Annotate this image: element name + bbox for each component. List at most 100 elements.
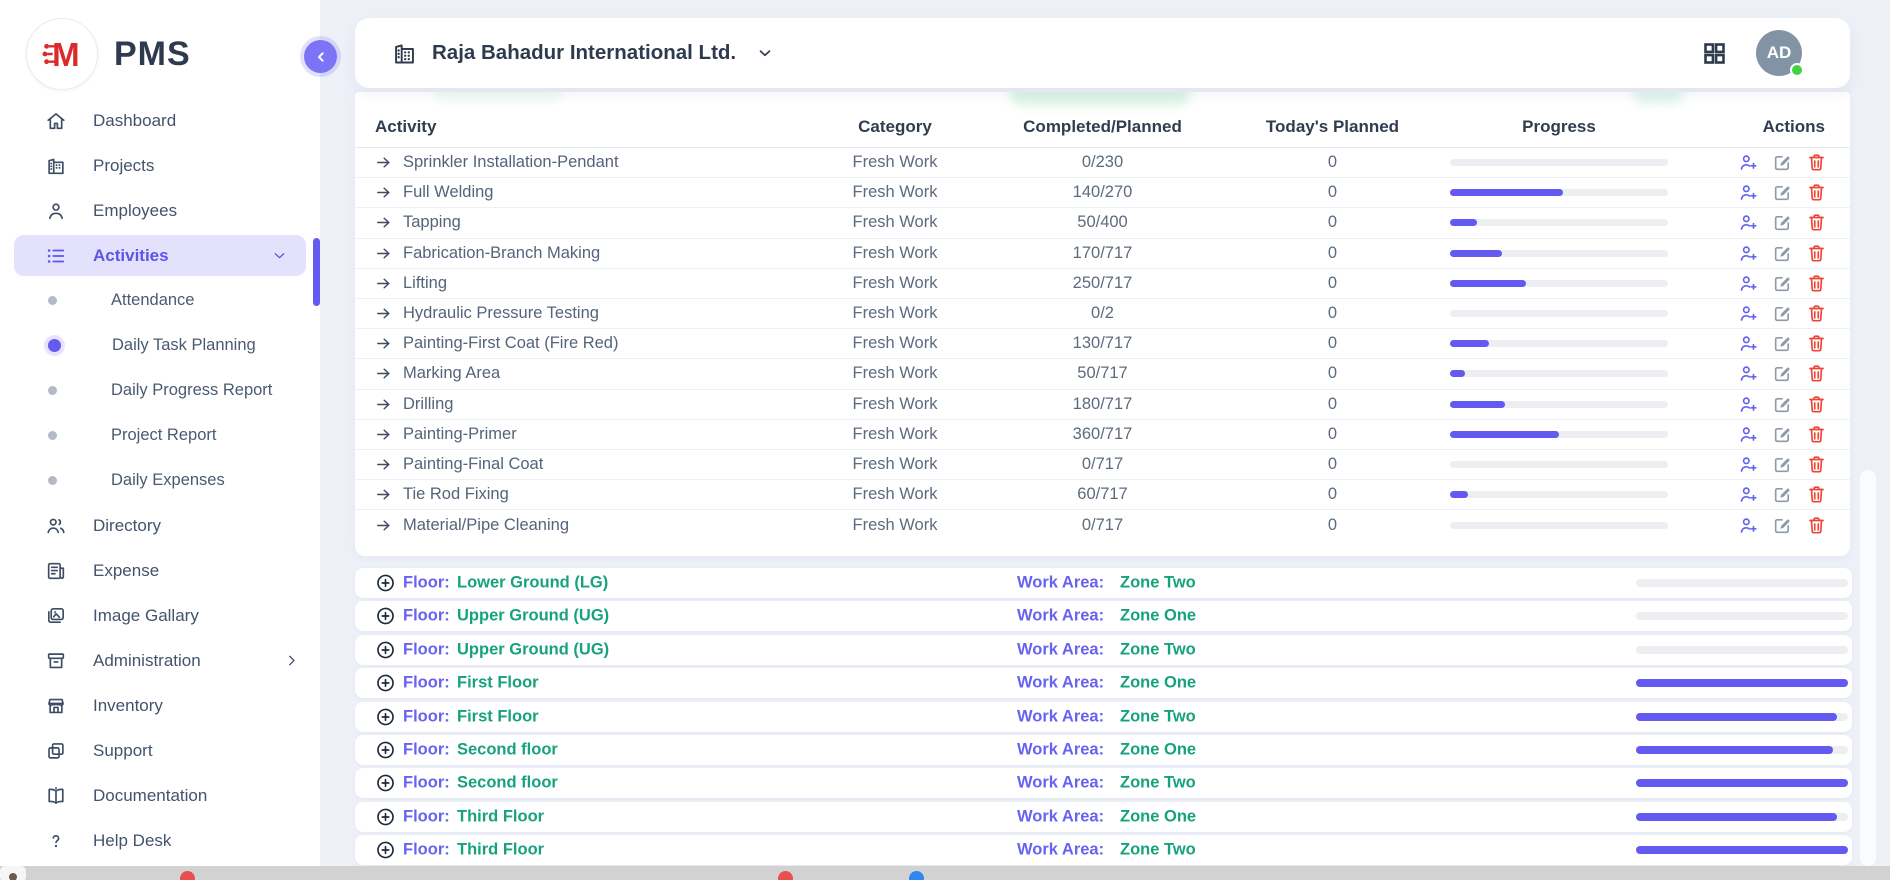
assign-user-button[interactable] (1738, 333, 1759, 354)
delete-button[interactable] (1806, 333, 1827, 354)
floor-label: Floor: (403, 674, 450, 693)
assign-user-button[interactable] (1738, 454, 1759, 475)
delete-button[interactable] (1806, 212, 1827, 233)
activity-name[interactable]: Hydraulic Pressure Testing (403, 304, 599, 323)
activity-name[interactable]: Fabrication-Branch Making (403, 244, 600, 263)
activity-name[interactable]: Tie Rod Fixing (403, 485, 509, 504)
edit-button[interactable] (1772, 303, 1793, 324)
edit-button[interactable] (1772, 454, 1793, 475)
delete-button[interactable] (1806, 484, 1827, 505)
activity-name[interactable]: Material/Pipe Cleaning (403, 516, 569, 535)
taskbar-icon-red[interactable] (180, 871, 195, 880)
chevron-down-icon (271, 247, 288, 264)
main-scrollbar-thumb[interactable] (313, 238, 320, 306)
work-area-zone: Zone One (1120, 807, 1196, 826)
sidebar-subitem-attendance[interactable]: Attendance (0, 278, 320, 323)
delete-button[interactable] (1806, 454, 1827, 475)
assign-user-button[interactable] (1738, 303, 1759, 324)
sidebar-item-expense[interactable]: Expense (0, 548, 320, 593)
floor-progress-bar (1636, 746, 1848, 754)
floor-label: Floor: (403, 707, 450, 726)
assign-user-button[interactable] (1738, 243, 1759, 264)
sidebar-item-projects[interactable]: Projects (0, 143, 320, 188)
sidebar-item-dashboard[interactable]: Dashboard (0, 98, 320, 143)
delete-button[interactable] (1806, 182, 1827, 203)
company-selector[interactable]: Raja Bahadur International Ltd. (355, 40, 774, 67)
assign-user-button[interactable] (1738, 273, 1759, 294)
assign-user-button[interactable] (1738, 152, 1759, 173)
floor-progress-bar (1636, 713, 1848, 721)
completed-planned-value: 50/717 (990, 364, 1215, 383)
expand-plus-icon[interactable] (375, 840, 396, 861)
user-avatar[interactable]: AD (1756, 30, 1802, 76)
edit-button[interactable] (1772, 273, 1793, 294)
expand-plus-icon[interactable] (375, 739, 396, 760)
assign-user-button[interactable] (1738, 424, 1759, 445)
activity-name[interactable]: Painting-Final Coat (403, 455, 543, 474)
sidebar-item-employees[interactable]: Employees (0, 188, 320, 233)
sidebar-item-administration[interactable]: Administration (0, 638, 320, 683)
expand-plus-icon[interactable] (375, 606, 396, 627)
expand-plus-icon[interactable] (375, 806, 396, 827)
edit-button[interactable] (1772, 484, 1793, 505)
assign-user-button[interactable] (1738, 484, 1759, 505)
assign-user-button[interactable] (1738, 212, 1759, 233)
edit-button[interactable] (1772, 515, 1793, 536)
taskbar-icon-blue[interactable] (909, 871, 924, 880)
edit-button[interactable] (1772, 424, 1793, 445)
sidebar-item-help-desk[interactable]: Help Desk (0, 818, 320, 863)
edit-button[interactable] (1772, 243, 1793, 264)
assign-user-button[interactable] (1738, 515, 1759, 536)
edit-button[interactable] (1772, 212, 1793, 233)
delete-button[interactable] (1806, 273, 1827, 294)
sidebar-subitem-daily-progress-report[interactable]: Daily Progress Report (0, 368, 320, 413)
sidebar-item-support[interactable]: Support (0, 728, 320, 773)
activity-name[interactable]: Sprinkler Installation-Pendant (403, 153, 619, 172)
edit-button[interactable] (1772, 182, 1793, 203)
sidebar-item-inventory[interactable]: Inventory (0, 683, 320, 728)
expand-plus-icon[interactable] (375, 706, 396, 727)
activity-name[interactable]: Full Welding (403, 183, 493, 202)
sidebar-item-image-gallary[interactable]: Image Gallary (0, 593, 320, 638)
taskbar-icon-app[interactable] (0, 866, 26, 880)
sidebar-item-label: Directory (93, 516, 161, 536)
activity-name[interactable]: Marking Area (403, 364, 500, 383)
expand-plus-icon[interactable] (375, 673, 396, 694)
assign-user-button[interactable] (1738, 182, 1759, 203)
floor-label: Floor: (403, 774, 450, 793)
edit-button[interactable] (1772, 333, 1793, 354)
edit-button[interactable] (1772, 394, 1793, 415)
sidebar-item-documentation[interactable]: Documentation (0, 773, 320, 818)
activity-name[interactable]: Painting-First Coat (Fire Red) (403, 334, 618, 353)
sidebar-item-activities[interactable]: Activities (14, 235, 306, 276)
arrow-right-icon (375, 517, 393, 534)
sidebar-subitem-daily-expenses[interactable]: Daily Expenses (0, 458, 320, 503)
sidebar-item-directory[interactable]: Directory (0, 503, 320, 548)
activity-name[interactable]: Painting-Primer (403, 425, 517, 444)
delete-button[interactable] (1806, 152, 1827, 173)
assign-user-button[interactable] (1738, 363, 1759, 384)
delete-button[interactable] (1806, 515, 1827, 536)
activity-name[interactable]: Tapping (403, 213, 461, 232)
edit-button[interactable] (1772, 152, 1793, 173)
sidebar-subitem-daily-task-planning[interactable]: Daily Task Planning (0, 323, 320, 368)
apps-grid-icon[interactable] (1701, 40, 1728, 67)
delete-button[interactable] (1806, 303, 1827, 324)
delete-button[interactable] (1806, 243, 1827, 264)
assign-user-button[interactable] (1738, 394, 1759, 415)
sidebar-collapse-button[interactable] (304, 40, 337, 73)
activity-name[interactable]: Lifting (403, 274, 447, 293)
delete-button[interactable] (1806, 363, 1827, 384)
expand-plus-icon[interactable] (375, 773, 396, 794)
right-scrollbar-track[interactable] (1860, 470, 1876, 866)
delete-button[interactable] (1806, 424, 1827, 445)
activity-name[interactable]: Drilling (403, 395, 453, 414)
taskbar-icon-red[interactable] (778, 871, 793, 880)
edit-button[interactable] (1772, 363, 1793, 384)
expand-plus-icon[interactable] (375, 639, 396, 660)
expand-plus-icon[interactable] (375, 573, 396, 594)
sidebar-subitem-project-report[interactable]: Project Report (0, 413, 320, 458)
delete-button[interactable] (1806, 394, 1827, 415)
top-header: Raja Bahadur International Ltd. AD (355, 18, 1850, 88)
activity-table-row: Fabrication-Branch Making Fresh Work 170… (355, 239, 1850, 269)
